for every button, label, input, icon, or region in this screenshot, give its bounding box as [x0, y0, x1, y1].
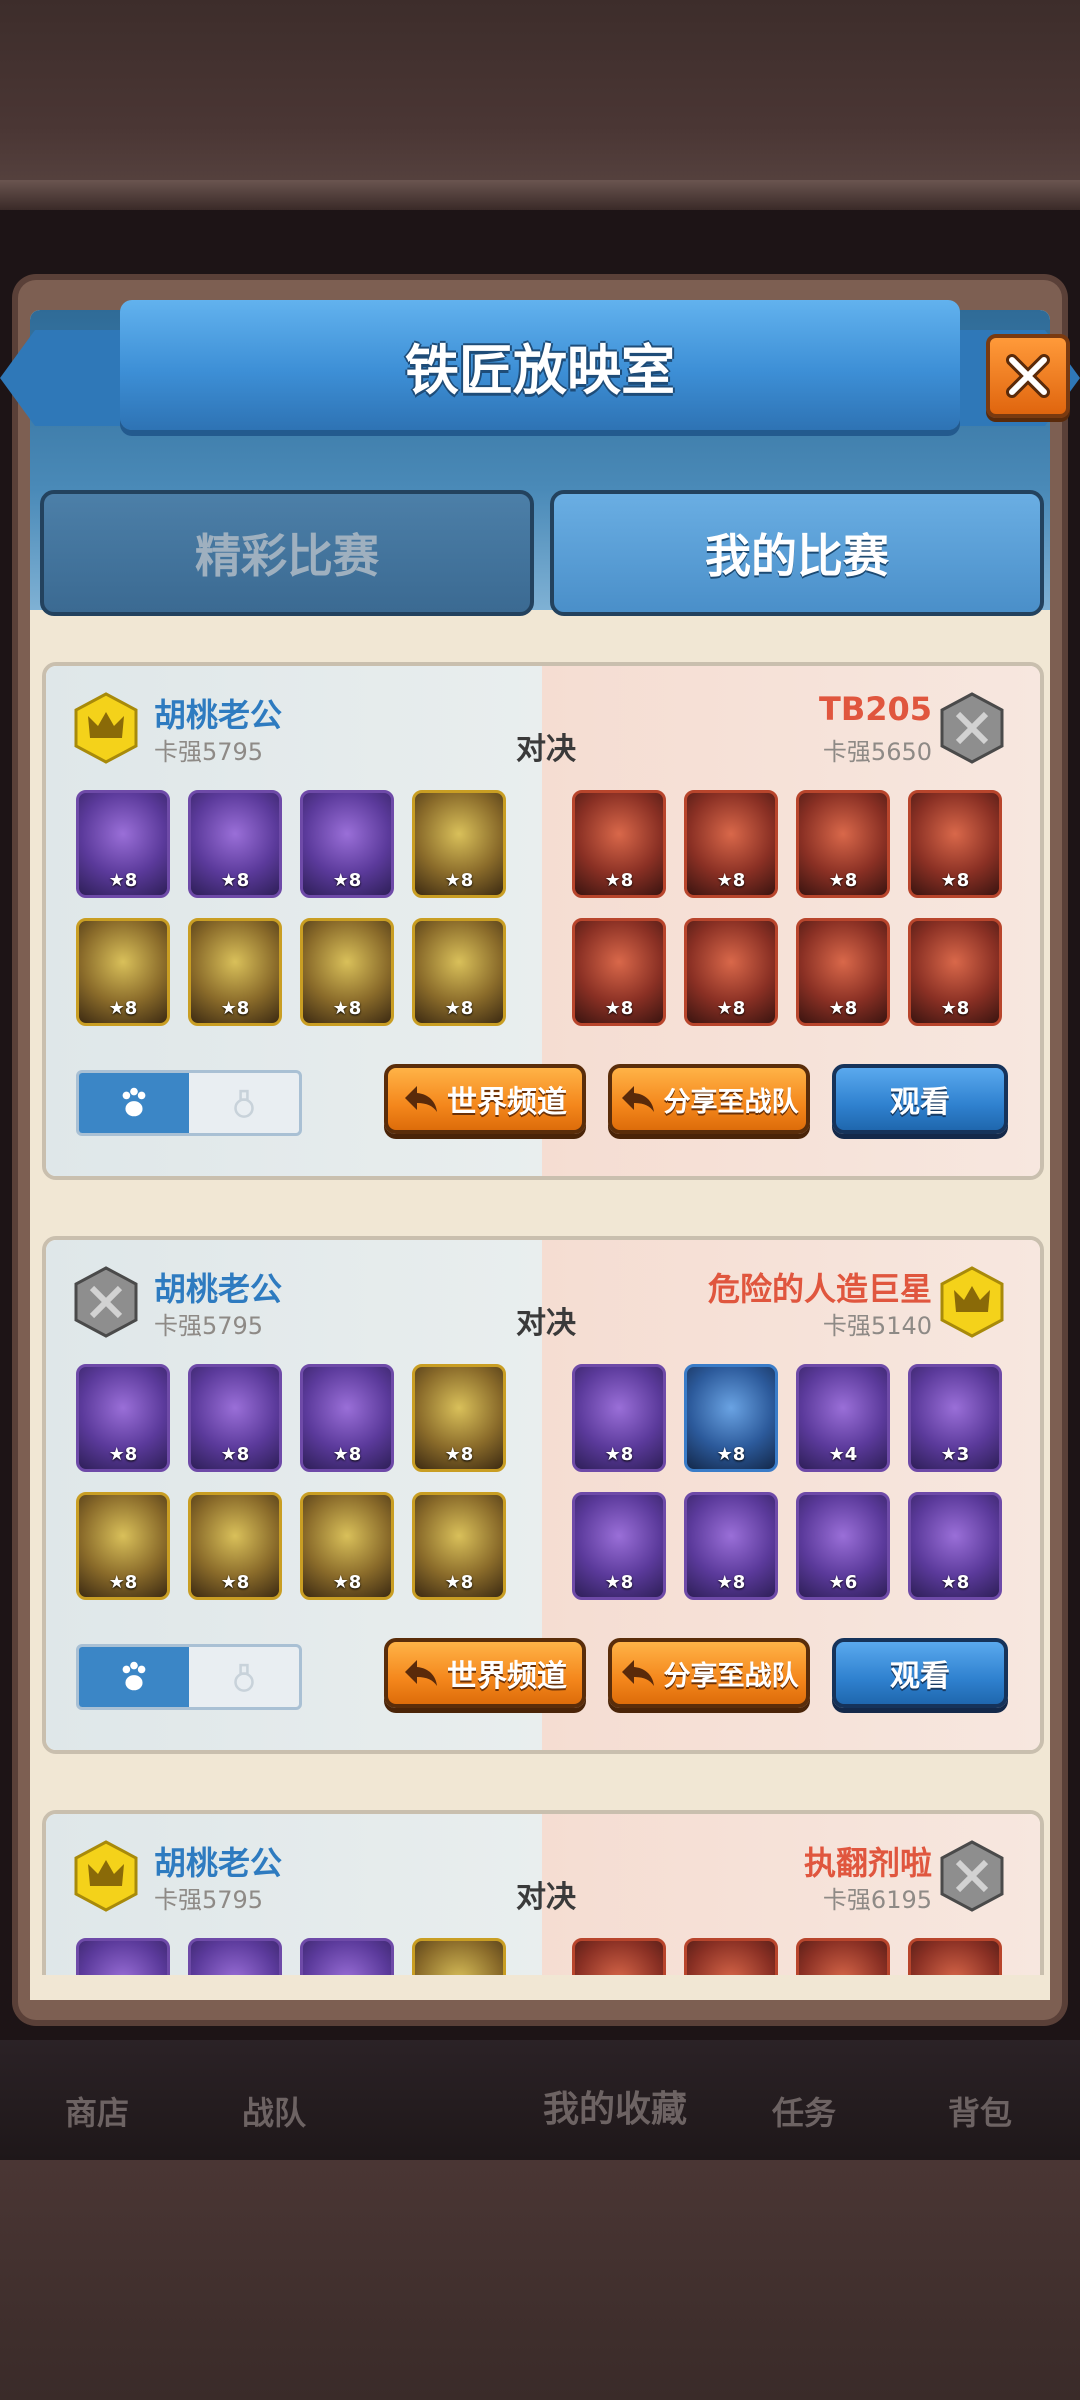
unit-card[interactable]: ★8: [300, 918, 394, 1026]
unit-card[interactable]: ★8: [76, 790, 170, 898]
unit-card[interactable]: ★8: [684, 1364, 778, 1472]
right-player-name: 危险的人造巨星: [707, 1270, 932, 1308]
background-top: [0, 0, 1080, 210]
unit-card[interactable]: ★8: [188, 918, 282, 1026]
silver-badge-icon: [940, 692, 1004, 764]
unit-card[interactable]: ★8: [684, 790, 778, 898]
left-player-name: 胡桃老公: [154, 696, 283, 734]
nav-bag[interactable]: 背包: [948, 2088, 1012, 2134]
right-player-score: 卡强6195: [822, 1886, 932, 1914]
unit-card[interactable]: ★8: [188, 790, 282, 898]
silver-badge-icon: [74, 1266, 138, 1338]
tab-featured-matches[interactable]: 精彩比赛: [40, 490, 534, 616]
share-arrow-icon: [621, 1086, 654, 1112]
unit-card[interactable]: ★8: [684, 918, 778, 1026]
share-arrow-icon: [405, 1086, 437, 1112]
paw-icon: [79, 1647, 189, 1707]
gold-crown-badge-icon: [74, 1840, 138, 1912]
unit-card[interactable]: ★3: [908, 1364, 1002, 1472]
right-team-units: ★8 ★8 ★8 ★8 ★8 ★8 ★8 ★8: [572, 790, 1006, 1030]
left-team-units: ★8 ★8 ★8 ★8 ★8 ★8 ★8 ★8: [76, 1364, 510, 1604]
unit-card[interactable]: ★8: [300, 1364, 394, 1472]
nav-collection[interactable]: 我的收藏: [543, 2080, 687, 2132]
potion-icon: [189, 1647, 299, 1707]
nav-shop[interactable]: 商店: [65, 2088, 129, 2134]
potion-icon: [189, 1073, 299, 1133]
vs-label: 对决: [516, 1306, 576, 1341]
close-button[interactable]: [986, 334, 1070, 418]
left-team-units: ★8 ★8 ★8 ★8 ★8 ★8 ★8 ★8: [76, 790, 510, 1030]
unit-card[interactable]: ★8: [684, 1492, 778, 1600]
left-player-score: 卡强5795: [154, 1886, 264, 1914]
right-team-units: ★8 ★8 ★4 ★3 ★8 ★8 ★6 ★8: [572, 1364, 1006, 1604]
share-arrow-icon: [621, 1660, 654, 1686]
right-player-score: 卡强5140: [822, 1312, 932, 1340]
gold-crown-badge-icon: [74, 692, 138, 764]
unit-card[interactable]: ★8: [796, 790, 890, 898]
world-channel-button[interactable]: 世界频道: [384, 1064, 586, 1134]
share-team-button[interactable]: 分享至战队: [608, 1064, 810, 1134]
match-card: 胡桃老公 卡强5795 对决 执翻剂啦 卡强6195: [42, 1810, 1044, 1993]
unit-card[interactable]: ★6: [796, 1492, 890, 1600]
paw-icon: [79, 1073, 189, 1133]
unit-card[interactable]: ★8: [908, 790, 1002, 898]
gold-crown-badge-icon: [940, 1266, 1004, 1338]
world-channel-button[interactable]: 世界频道: [384, 1638, 586, 1708]
unit-card[interactable]: ★8: [76, 918, 170, 1026]
unit-card[interactable]: ★8: [412, 918, 506, 1026]
unit-card[interactable]: ★4: [796, 1364, 890, 1472]
right-player-name: TB205: [818, 690, 932, 728]
unit-card[interactable]: ★8: [796, 918, 890, 1026]
mode-toggle[interactable]: [76, 1644, 302, 1710]
left-player-name: 胡桃老公: [154, 1844, 283, 1882]
unit-card[interactable]: ★8: [300, 1492, 394, 1600]
unit-card[interactable]: ★8: [572, 918, 666, 1026]
mode-toggle[interactable]: [76, 1070, 302, 1136]
vs-label: 对决: [516, 732, 576, 767]
share-arrow-icon: [405, 1660, 437, 1686]
modal-bottom-edge: [30, 1975, 1050, 2000]
bottom-nav-bar: [0, 2040, 1080, 2160]
unit-card[interactable]: ★8: [908, 1492, 1002, 1600]
background-bottom: [0, 2160, 1080, 2400]
unit-card[interactable]: ★8: [188, 1364, 282, 1472]
share-team-button[interactable]: 分享至战队: [608, 1638, 810, 1708]
right-player-name: 执翻剂啦: [803, 1844, 932, 1882]
unit-card[interactable]: ★8: [76, 1492, 170, 1600]
match-card: 胡桃老公 卡强5795 对决 危险的人造巨星 卡强5140 ★8 ★8 ★8 ★…: [42, 1236, 1044, 1754]
nav-team[interactable]: 战队: [242, 2088, 306, 2134]
unit-card[interactable]: ★8: [300, 790, 394, 898]
watch-button[interactable]: 观看: [832, 1638, 1008, 1708]
unit-card[interactable]: ★8: [412, 790, 506, 898]
unit-card[interactable]: ★8: [188, 1492, 282, 1600]
left-player-score: 卡强5795: [154, 1312, 264, 1340]
modal-title: 铁匠放映室: [405, 338, 675, 402]
unit-card[interactable]: ★8: [412, 1492, 506, 1600]
silver-badge-icon: [940, 1840, 1004, 1912]
watch-button[interactable]: 观看: [832, 1064, 1008, 1134]
unit-card[interactable]: ★8: [76, 1364, 170, 1472]
unit-card[interactable]: ★8: [412, 1364, 506, 1472]
unit-card[interactable]: ★8: [572, 790, 666, 898]
vs-label: 对决: [516, 1880, 576, 1915]
close-icon: [1006, 354, 1050, 398]
unit-card[interactable]: ★8: [908, 918, 1002, 1026]
match-card: 胡桃老公 卡强5795 对决 TB205 卡强5650 ★8 ★8 ★8 ★8 …: [42, 662, 1044, 1180]
unit-card[interactable]: ★8: [572, 1492, 666, 1600]
left-player-score: 卡强5795: [154, 738, 264, 766]
unit-card[interactable]: ★8: [572, 1364, 666, 1472]
tab-my-matches[interactable]: 我的比赛: [550, 490, 1044, 616]
nav-tasks[interactable]: 任务: [772, 2088, 836, 2134]
left-player-name: 胡桃老公: [154, 1270, 283, 1308]
title-ribbon: 铁匠放映室: [120, 300, 960, 430]
right-player-score: 卡强5650: [822, 738, 932, 766]
